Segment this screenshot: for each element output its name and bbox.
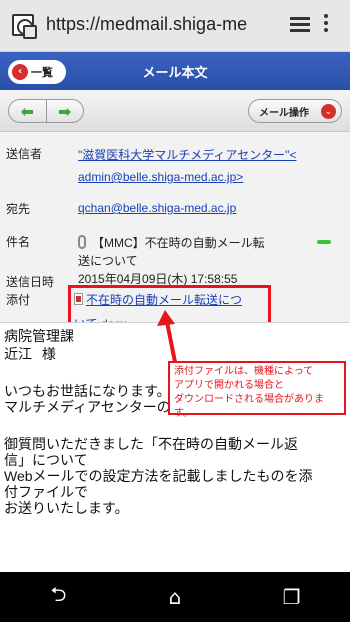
recents-icon[interactable]: ❐ bbox=[272, 582, 312, 612]
hamburger-menu-icon[interactable] bbox=[290, 17, 310, 33]
body-line: 御質問いただきました「不在時の自動メール返 bbox=[4, 436, 298, 452]
arrow-left-icon: ⬅ bbox=[20, 101, 34, 121]
body-line: いつもお世話になります。 bbox=[4, 383, 171, 399]
subject-value: 【MMC】不在時の自動メール転 bbox=[78, 233, 265, 253]
page-title: メール本文 bbox=[142, 66, 208, 81]
body-line: 病院管理課 bbox=[4, 328, 74, 344]
next-mail-button[interactable]: ➡ bbox=[47, 100, 84, 122]
mail-operations-label: メール操作 bbox=[259, 107, 309, 119]
prev-mail-button[interactable]: ⬅ bbox=[9, 100, 47, 122]
arrow-right-icon: ➡ bbox=[58, 101, 72, 121]
sender-name-link[interactable]: "滋賀医科大学マルチメディアセンター"< bbox=[78, 145, 296, 165]
sender-label: 送信者 bbox=[6, 147, 43, 161]
file-icon bbox=[74, 293, 83, 305]
subject-line1: 【MMC】不在時の自動メール転 bbox=[92, 236, 265, 250]
annotation-callout: 添付ファイルは、機種によって アプリで開かれる場合と ダウンロードされる場合があ… bbox=[168, 361, 346, 419]
back-icon[interactable]: ⮌ bbox=[38, 582, 78, 612]
body-line: お送りいたします。 bbox=[4, 500, 129, 516]
paperclip-icon bbox=[78, 235, 86, 249]
subject-label: 件名 bbox=[6, 235, 31, 249]
overflow-menu-icon[interactable] bbox=[323, 14, 329, 36]
sender-address-link[interactable]: admin@belle.shiga-med.ac.jp> bbox=[78, 167, 243, 187]
mail-toolbar: ⬅ ➡ メール操作 ⌄ bbox=[0, 90, 350, 132]
chevron-down-icon: ⌄ bbox=[321, 104, 336, 119]
flag-indicator[interactable] bbox=[317, 240, 331, 244]
home-icon[interactable]: ⌂ bbox=[155, 582, 195, 612]
attachment-name-line1[interactable]: 不在時の自動メール転送につ bbox=[86, 293, 242, 307]
callout-line: 添付ファイルは、機種によって bbox=[174, 366, 314, 377]
to-address-link[interactable]: qchan@belle.shiga-med.ac.jp bbox=[78, 198, 236, 218]
mail-operations-button[interactable]: メール操作 ⌄ bbox=[248, 99, 342, 123]
callout-line: アプリで開かれる場合と bbox=[174, 380, 284, 391]
url-bar[interactable]: https://medmail.shiga-me bbox=[46, 14, 278, 35]
body-line: 付ファイルで bbox=[4, 484, 88, 500]
tab-switcher-icon[interactable] bbox=[12, 14, 37, 39]
honorific: 様 bbox=[41, 346, 56, 362]
app-header: ‹ 一覧 メール本文 bbox=[0, 52, 350, 90]
callout-line: ダウンロードされる場合があります。 bbox=[174, 394, 324, 419]
prev-next-group: ⬅ ➡ bbox=[8, 99, 84, 123]
body-line: 近江 様 bbox=[4, 346, 56, 362]
subject-line2: 送について bbox=[78, 254, 138, 268]
date-label: 送信日時 bbox=[6, 275, 55, 289]
browser-bar: https://medmail.shiga-me bbox=[0, 0, 350, 52]
attach-label: 添付 bbox=[6, 293, 31, 307]
to-label: 宛先 bbox=[6, 202, 31, 216]
body-line: 信」について bbox=[4, 452, 88, 468]
recipient-name: 近江 bbox=[4, 346, 32, 362]
android-nav-bar: ⮌ ⌂ ❐ bbox=[0, 572, 350, 622]
body-line: Webメールでの設定方法を記載しましたものを添 bbox=[4, 468, 313, 484]
